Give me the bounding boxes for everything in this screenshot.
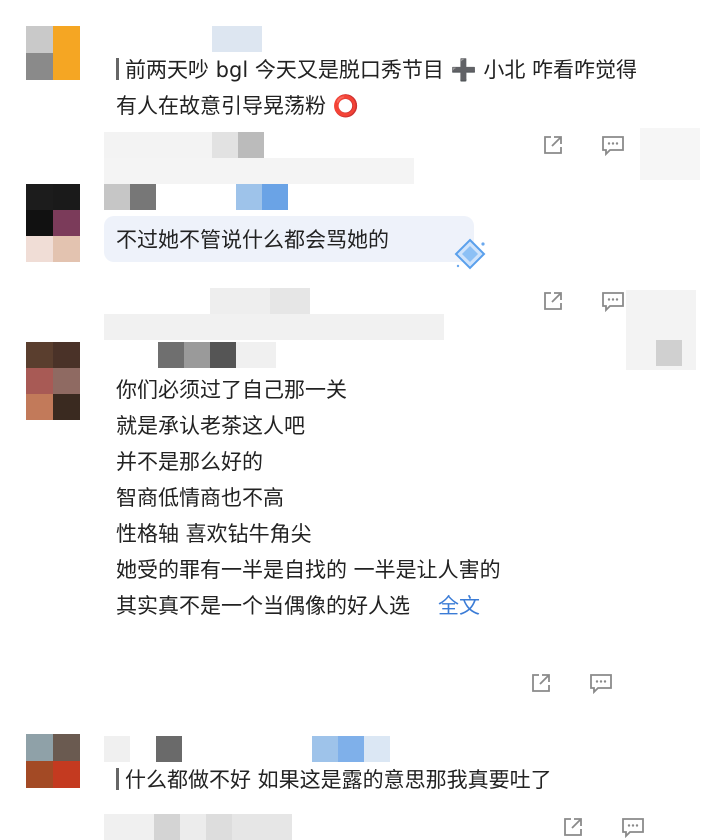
share-icon[interactable] — [540, 288, 566, 314]
meta-blurred — [104, 314, 444, 340]
comment-icon[interactable] — [600, 288, 626, 314]
comment-icon[interactable] — [600, 132, 626, 158]
username-blurred[interactable] — [212, 26, 262, 52]
comment-text: 什么都做不好 如果这是露的意思那我真要吐了 — [116, 762, 552, 798]
comment-actions — [528, 670, 614, 696]
username-blurred[interactable] — [104, 736, 390, 762]
avatar[interactable] — [26, 734, 80, 788]
diamond-badge-icon — [454, 238, 486, 270]
meta-blurred — [210, 288, 310, 314]
share-icon[interactable] — [540, 132, 566, 158]
comment-icon[interactable] — [588, 670, 614, 696]
avatar[interactable] — [26, 184, 80, 262]
comment-icon[interactable] — [620, 814, 646, 840]
avatar[interactable] — [26, 26, 80, 80]
meta-blurred — [104, 158, 414, 184]
comment-text: 你们必须过了自己那一关 就是承认老茶这人吧 并不是那么好的 智商低情商也不高 性… — [116, 378, 501, 618]
comment-text: 前两天吵 bgl 今天又是脱口秀节目 ➕ 小北 咋看咋觉得 有人在故意引导晃荡粉… — [116, 58, 638, 118]
full-text-link[interactable]: 全文 — [438, 594, 480, 618]
share-icon[interactable] — [560, 814, 586, 840]
comment-actions — [540, 288, 626, 314]
meta-blurred — [104, 814, 292, 840]
avatar[interactable] — [26, 342, 80, 420]
comment-actions — [560, 814, 646, 840]
username-blurred[interactable] — [158, 342, 276, 368]
blurred-region — [656, 340, 682, 366]
share-icon[interactable] — [528, 670, 554, 696]
blurred-region — [640, 128, 700, 180]
comment-actions — [540, 132, 626, 158]
username-blurred[interactable] — [104, 184, 288, 210]
meta-blurred — [104, 132, 264, 158]
comment-text: 不过她不管说什么都会骂她的 — [116, 228, 389, 252]
